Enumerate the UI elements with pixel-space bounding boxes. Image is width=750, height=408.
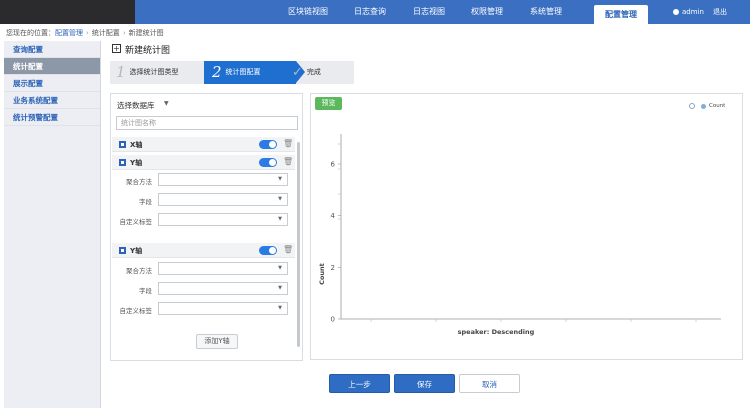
- scrollbar[interactable]: [297, 142, 300, 347]
- sidebar-item-stats-config[interactable]: 统计配置: [4, 58, 100, 75]
- y-axis-toggle[interactable]: [259, 158, 277, 167]
- step-2[interactable]: 2 统计图配置: [204, 61, 296, 84]
- sidebar-item-alert-config[interactable]: 统计预警配置: [4, 109, 100, 126]
- step-label: 统计图配置: [225, 68, 261, 76]
- agg-method-label: 聚合方法: [126, 178, 152, 186]
- y-tick-label: 4: [331, 212, 336, 220]
- prev-step-button[interactable]: 上一步: [329, 374, 390, 393]
- trash-icon[interactable]: 🗑: [283, 245, 293, 254]
- config-panel: 选择数据库 ▼ 统计图名称 X轴 🗑 Y轴 🗑 聚合方法 ▼ 字段 ▼ 自定义标…: [110, 93, 303, 361]
- datasource-dropdown[interactable]: 选择数据库: [117, 100, 155, 111]
- x-axis-row: X轴 🗑: [112, 137, 295, 152]
- nav-item-log-view[interactable]: 日志视图: [404, 0, 454, 24]
- save-button[interactable]: 保存: [394, 374, 455, 393]
- page-title: 新建统计图: [125, 46, 171, 56]
- custom-label-label: 自定义标签: [119, 307, 153, 315]
- wizard-steps: 1 选择统计图类型 2 统计图配置 ✓ 完成: [110, 61, 354, 84]
- user-name[interactable]: admin: [682, 0, 704, 24]
- trash-icon[interactable]: 🗑: [283, 139, 293, 148]
- y-axis-label: Y轴: [130, 247, 143, 255]
- main-nav: 区块链视图 日志查询 日志视图 权限管理 系统管理 配置管理: [0, 0, 750, 24]
- breadcrumb-item-config[interactable]: 配置管理: [55, 29, 83, 37]
- y-axis-row: Y轴 🗑: [112, 243, 295, 258]
- y-axis-title: Count: [318, 263, 326, 285]
- x-axis-toggle[interactable]: [259, 140, 277, 149]
- sidebar-item-query-config[interactable]: 查询配置: [4, 41, 100, 58]
- agg-method-select[interactable]: ▼: [158, 173, 288, 186]
- custom-label-select[interactable]: ▼: [158, 213, 288, 226]
- user-icon: [673, 9, 679, 15]
- sidebar: 查询配置 统计配置 展示配置 业务系统配置 统计预警配置: [4, 41, 101, 408]
- breadcrumb-item-stats[interactable]: 统计配置: [92, 29, 120, 37]
- breadcrumb: 您现在的位置：配置管理 › 统计配置 › 新建统计图: [6, 27, 164, 39]
- y-axis-checkbox[interactable]: [119, 159, 126, 166]
- cancel-button[interactable]: 取消: [459, 374, 520, 393]
- chevron-down-icon: ▼: [278, 285, 282, 291]
- logout-link[interactable]: 退出: [713, 0, 727, 24]
- chevron-down-icon[interactable]: ▼: [164, 100, 169, 107]
- agg-method-label: 聚合方法: [126, 267, 152, 275]
- chart-name-input[interactable]: 统计图名称: [116, 116, 298, 130]
- chart-svg: 0 2 4 6 Count speaker: Descending: [318, 134, 721, 336]
- y-axis-row: Y轴 🗑: [112, 155, 295, 170]
- plus-square-icon: +: [112, 44, 121, 53]
- step-1[interactable]: 1 选择统计图类型: [116, 61, 179, 84]
- sidebar-item-display-config[interactable]: 展示配置: [4, 75, 100, 92]
- chevron-down-icon: ▼: [278, 305, 282, 311]
- nav-item-system[interactable]: 系统管理: [521, 0, 571, 24]
- step-label: 选择统计图类型: [129, 68, 179, 76]
- chevron-down-icon: ▼: [278, 196, 282, 202]
- custom-label-label: 自定义标签: [119, 218, 153, 226]
- chevron-down-icon: ▼: [278, 265, 282, 271]
- agg-method-select[interactable]: ▼: [158, 262, 288, 275]
- breadcrumb-prefix: 您现在的位置：: [6, 29, 55, 37]
- chevron-down-icon: ▼: [278, 216, 282, 222]
- add-y-axis-button[interactable]: 添加Y轴: [196, 334, 238, 349]
- field-select[interactable]: ▼: [158, 193, 288, 206]
- nav-item-config[interactable]: 配置管理: [594, 5, 648, 24]
- sidebar-item-business-config[interactable]: 业务系统配置: [4, 92, 100, 109]
- axis-list: X轴 🗑 Y轴 🗑 聚合方法 ▼ 字段 ▼ 自定义标签 ▼ Y轴 🗑 聚合方法 …: [112, 137, 301, 357]
- x-axis-title: speaker: Descending: [458, 328, 535, 336]
- x-axis-checkbox[interactable]: [119, 141, 126, 148]
- breadcrumb-separator: ›: [122, 29, 126, 37]
- custom-label-select[interactable]: ▼: [158, 302, 288, 315]
- nav-item-log-query[interactable]: 日志查询: [345, 0, 395, 24]
- step-number: 1: [116, 63, 126, 81]
- y-tick-label: 6: [331, 161, 336, 169]
- breadcrumb-item-current: 新建统计图: [128, 29, 164, 37]
- y-axis-toggle[interactable]: [259, 246, 277, 255]
- field-select[interactable]: ▼: [158, 282, 288, 295]
- trash-icon[interactable]: 🗑: [283, 157, 293, 166]
- step-number: 2: [212, 63, 222, 81]
- step-3[interactable]: ✓ 完成: [292, 61, 321, 84]
- y-axis-checkbox[interactable]: [119, 247, 126, 254]
- y-tick-label: 2: [331, 264, 335, 272]
- y-axis-label: Y轴: [130, 159, 143, 167]
- breadcrumb-separator: ›: [86, 29, 89, 37]
- nav-item-blockchain-view[interactable]: 区块链视图: [277, 0, 339, 24]
- chart-preview-panel: 预览 Count 0 2 4 6 Count speaker: Descending: [310, 93, 743, 360]
- top-navbar: 区块链视图 日志查询 日志视图 权限管理 系统管理 配置管理 admin 退出: [0, 0, 750, 24]
- nav-item-permissions[interactable]: 权限管理: [462, 0, 512, 24]
- field-label: 字段: [139, 287, 152, 295]
- field-label: 字段: [139, 198, 152, 206]
- chevron-down-icon: ▼: [278, 176, 282, 182]
- check-icon: ✓: [292, 65, 303, 80]
- step-label: 完成: [306, 68, 321, 76]
- y-tick-label: 0: [331, 316, 335, 324]
- x-axis-label: X轴: [130, 141, 143, 149]
